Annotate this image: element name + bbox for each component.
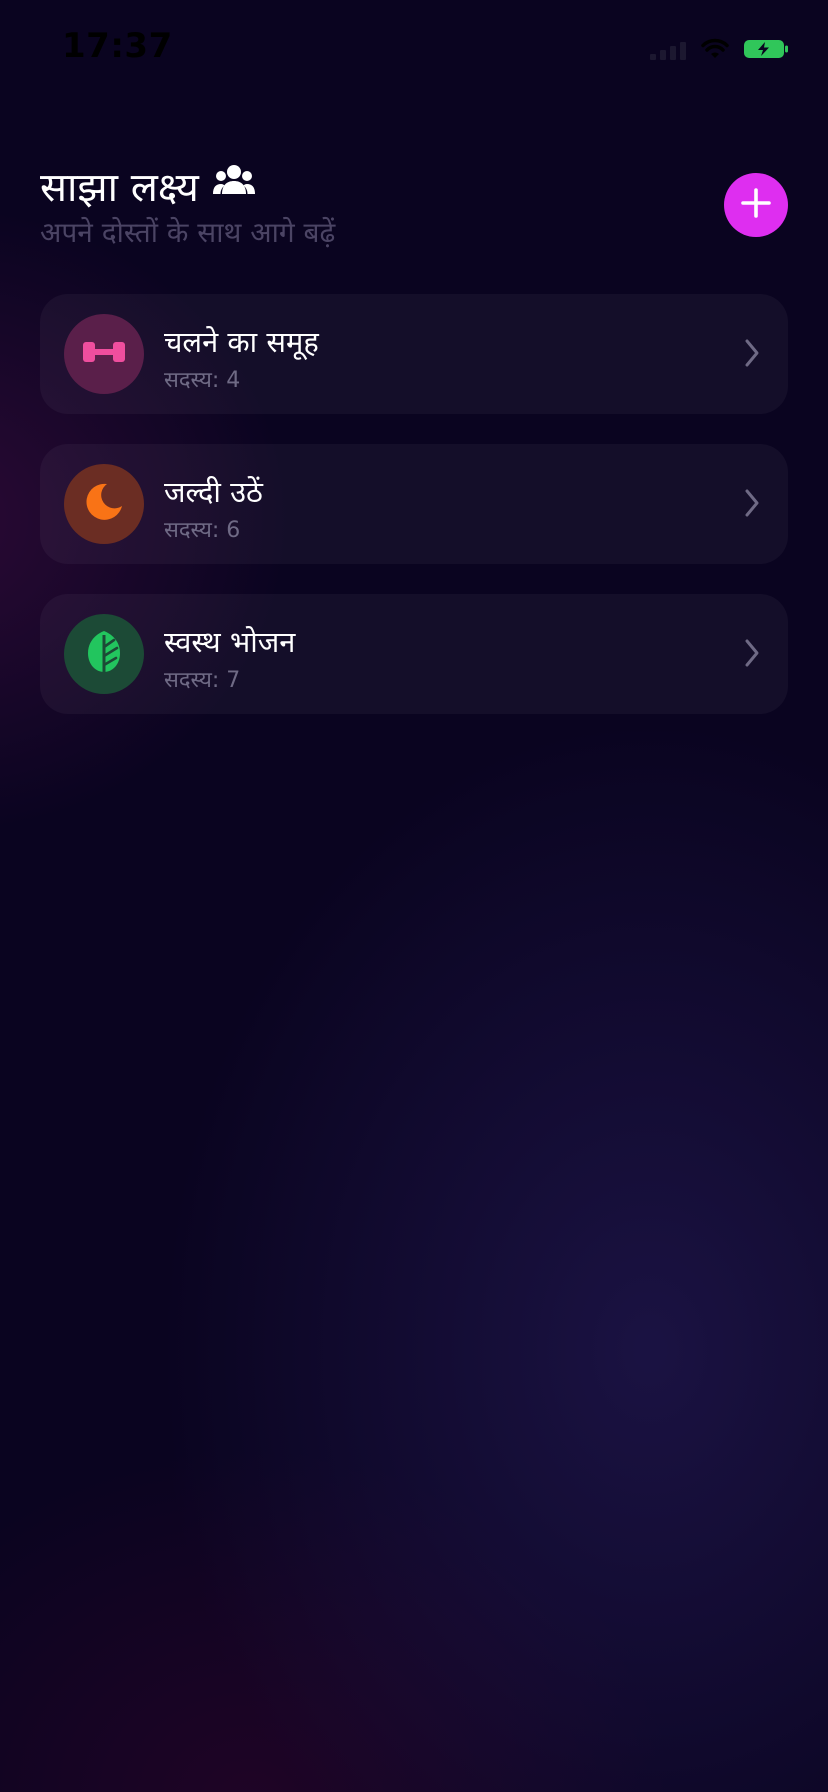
group-icon-background xyxy=(64,614,144,694)
group-name: जल्दी उठें xyxy=(164,475,263,509)
group-members-count: सदस्य: 6 xyxy=(164,518,241,543)
group-name: चलने का समूह xyxy=(164,325,319,359)
chevron-right-icon xyxy=(744,488,760,522)
status-bar: 17:37 xyxy=(0,0,828,100)
plus-icon xyxy=(740,187,772,223)
group-card-walking[interactable]: चलने का समूह सदस्य: 4 xyxy=(40,294,788,414)
moon-icon xyxy=(82,480,126,528)
group-icon-background xyxy=(64,314,144,394)
chevron-right-icon xyxy=(744,638,760,672)
leaf-icon xyxy=(84,629,124,679)
group-members-count: सदस्य: 7 xyxy=(164,668,241,693)
group-members-count: सदस्य: 4 xyxy=(164,368,241,393)
dumbbell-icon xyxy=(82,340,126,368)
groups-list: चलने का समूह सदस्य: 4 जल्दी उठें सदस्य: … xyxy=(40,294,788,744)
page-subtitle: अपने दोस्तों के साथ आगे बढ़ें xyxy=(40,216,336,249)
chevron-right-icon xyxy=(744,338,760,372)
add-group-button[interactable] xyxy=(724,173,788,237)
group-name: स्वस्थ भोजन xyxy=(164,625,296,659)
group-card-healthy-food[interactable]: स्वस्थ भोजन सदस्य: 7 xyxy=(40,594,788,714)
cellular-signal-icon xyxy=(650,40,690,60)
battery-icon xyxy=(743,38,789,64)
page-title-text: साझा लक्ष्य xyxy=(40,165,199,211)
group-icon-background xyxy=(64,464,144,544)
wifi-icon xyxy=(700,38,730,64)
group-icon xyxy=(212,163,255,209)
status-time: 17:37 xyxy=(62,26,173,66)
group-card-wake-early[interactable]: जल्दी उठें सदस्य: 6 xyxy=(40,444,788,564)
page-title: साझा लक्ष्य xyxy=(40,158,255,213)
